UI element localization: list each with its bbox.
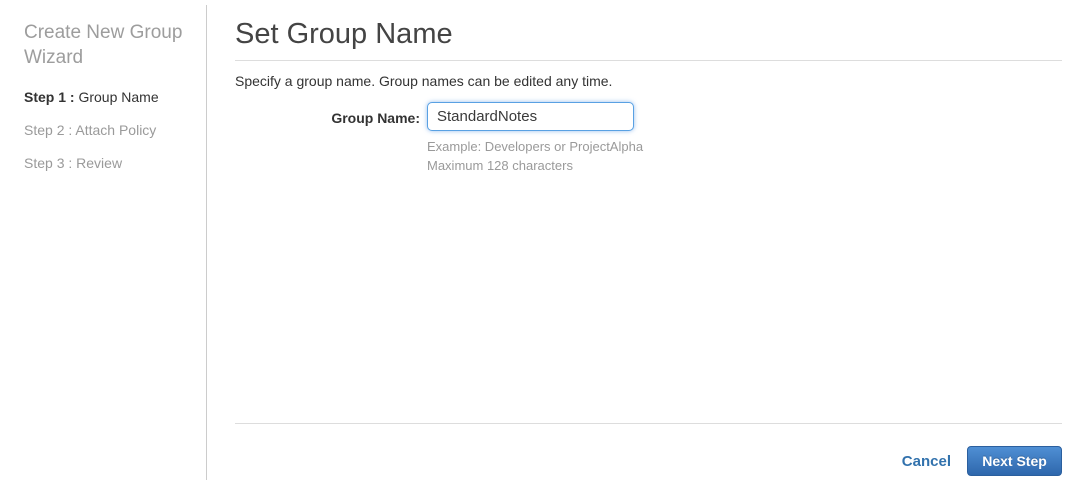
group-name-input[interactable]	[427, 102, 634, 131]
sidebar-step-review[interactable]: Step 3 : Review	[24, 156, 189, 170]
sidebar-step-group-name[interactable]: Step 1 : Group Name	[24, 90, 189, 104]
sidebar-divider	[206, 5, 207, 480]
footer-actions: Cancel Next Step	[235, 446, 1062, 476]
group-name-form-row: Group Name: Example: Developers or Proje…	[235, 102, 1062, 174]
step-label: Attach Policy	[72, 122, 157, 138]
page-description: Specify a group name. Group names can be…	[235, 73, 613, 89]
step-label: Review	[72, 155, 123, 171]
main-content: Set Group Name Specify a group name. Gro…	[235, 0, 1062, 174]
step-label: Group Name	[74, 89, 159, 105]
group-name-max-hint: Maximum 128 characters	[427, 158, 573, 173]
step-prefix: Step 3 :	[24, 155, 73, 171]
step-prefix: Step 2 :	[24, 122, 73, 138]
group-name-example-hint: Example: Developers or ProjectAlpha	[427, 139, 644, 154]
group-name-field: Example: Developers or ProjectAlpha Maxi…	[427, 102, 643, 174]
step-prefix: Step 1 :	[24, 89, 75, 105]
wizard-footer: Cancel Next Step	[235, 423, 1062, 476]
wizard-sidebar: Create New Group Wizard Step 1 : Group N…	[24, 20, 189, 189]
wizard-title: Create New Group Wizard	[24, 22, 183, 68]
title-divider	[235, 60, 1062, 61]
footer-divider	[235, 423, 1062, 424]
wizard-steps: Step 1 : Group Name Step 2 : Attach Poli…	[24, 90, 189, 170]
cancel-link[interactable]: Cancel	[902, 453, 951, 470]
sidebar-step-attach-policy[interactable]: Step 2 : Attach Policy	[24, 123, 189, 137]
page-title: Set Group Name	[235, 18, 453, 50]
next-step-button[interactable]: Next Step	[967, 446, 1062, 476]
group-name-label: Group Name:	[331, 110, 420, 126]
